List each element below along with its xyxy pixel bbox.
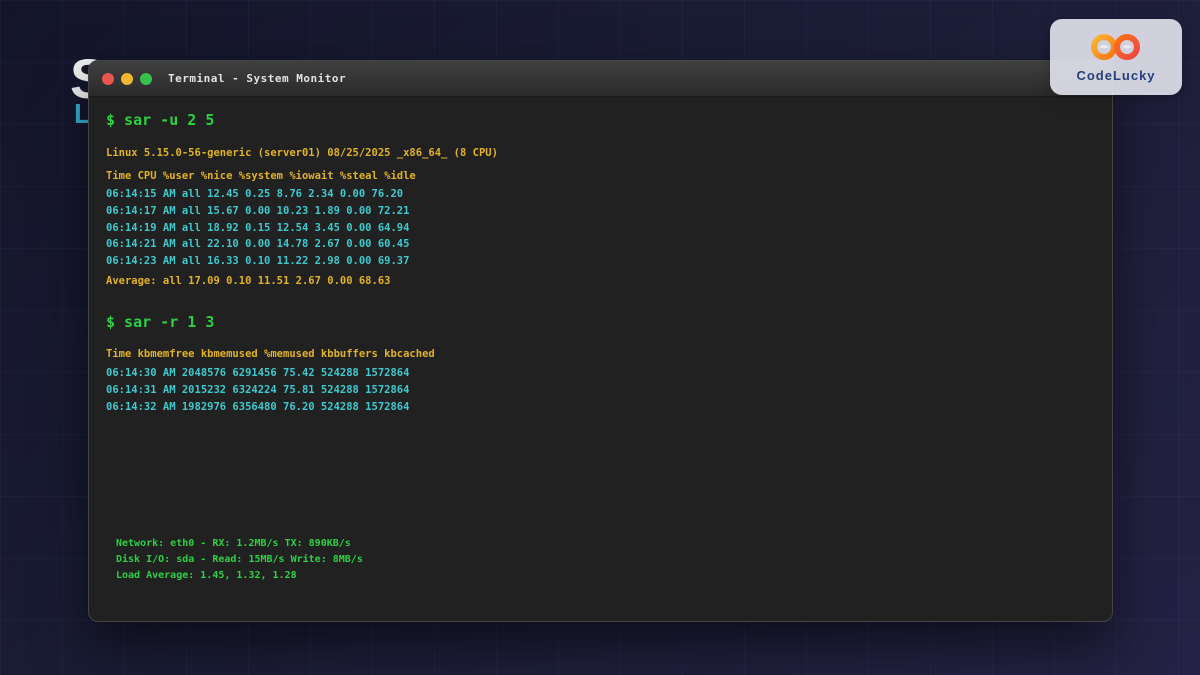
minimize-button[interactable] — [121, 73, 133, 85]
maximize-button[interactable] — [140, 73, 152, 85]
memory-command: $ sar -r 1 3 — [106, 313, 214, 331]
stat-line: Load Average: 1.45, 1.32, 1.28 — [116, 568, 363, 584]
close-button[interactable] — [102, 73, 114, 85]
cpu-table-row: 06:14:19 AM all 18.92 0.15 12.54 3.45 0.… — [106, 220, 409, 237]
memory-table-rows: 06:14:30 AM 2048576 6291456 75.42 524288… — [106, 365, 409, 415]
cpu-table-header: Time CPU %user %nice %system %iowait %st… — [106, 170, 416, 182]
brand-name: CodeLucky — [1076, 68, 1155, 83]
window-title: Terminal - System Monitor — [168, 72, 346, 85]
memory-table-row: 06:14:30 AM 2048576 6291456 75.42 524288… — [106, 365, 409, 382]
cpu-table-row: 06:14:23 AM all 16.33 0.10 11.22 2.98 0.… — [106, 253, 409, 270]
cpu-table-row: 06:14:17 AM all 15.67 0.00 10.23 1.89 0.… — [106, 203, 409, 220]
cpu-table-row: 06:14:21 AM all 22.10 0.00 14.78 2.67 0.… — [106, 236, 409, 253]
brand-badge: CodeLucky — [1050, 19, 1182, 95]
cpu-system-info: Linux 5.15.0-56-generic (server01) 08/25… — [106, 147, 498, 159]
stat-line: Network: eth0 - RX: 1.2MB/s TX: 890KB/s — [116, 536, 363, 552]
infinity-leaf-logo-icon — [1089, 32, 1143, 66]
memory-table-row: 06:14:31 AM 2015232 6324224 75.81 524288… — [106, 382, 409, 399]
cpu-average: Average: all 17.09 0.10 11.51 2.67 0.00 … — [106, 275, 390, 287]
stat-line: Disk I/O: sda - Read: 15MB/s Write: 8MB/… — [116, 552, 363, 568]
terminal-window: Terminal - System Monitor $ sar -u 2 5 L… — [88, 60, 1113, 622]
system-stats: Network: eth0 - RX: 1.2MB/s TX: 890KB/sD… — [116, 536, 363, 583]
cpu-table-rows: 06:14:15 AM all 12.45 0.25 8.76 2.34 0.0… — [106, 186, 409, 270]
title-bar[interactable]: Terminal - System Monitor — [89, 61, 1112, 97]
cpu-table-row: 06:14:15 AM all 12.45 0.25 8.76 2.34 0.0… — [106, 186, 409, 203]
memory-table-row: 06:14:32 AM 1982976 6356480 76.20 524288… — [106, 399, 409, 416]
memory-table-header: Time kbmemfree kbmemused %memused kbbuff… — [106, 348, 435, 360]
cpu-command: $ sar -u 2 5 — [106, 111, 214, 129]
